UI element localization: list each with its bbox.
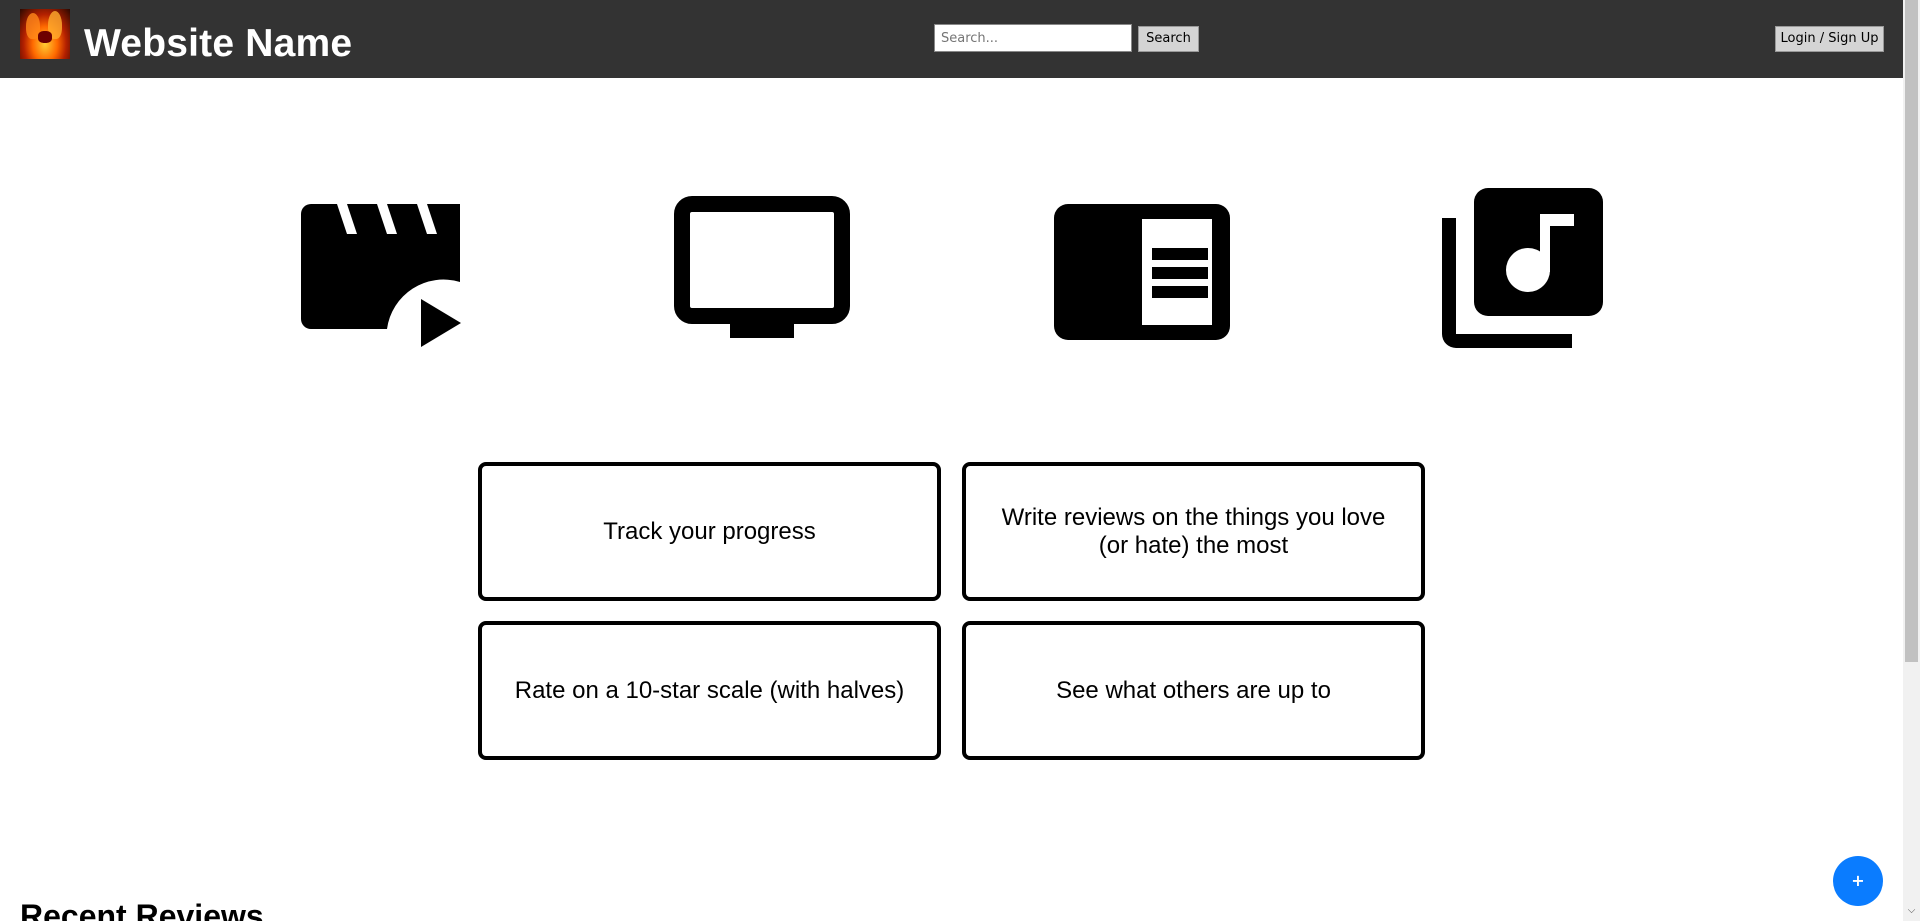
add-fab-button[interactable]: + (1833, 856, 1883, 906)
music-library-icon[interactable] (1442, 188, 1603, 348)
movie-clapper-icon[interactable] (301, 202, 461, 347)
scrollbar-thumb[interactable] (1905, 0, 1918, 662)
recent-reviews-heading: Recent Reviews (20, 898, 264, 921)
flame-logo-icon[interactable] (20, 9, 70, 59)
search-button[interactable]: Search (1138, 26, 1199, 52)
top-navbar: Website Name Search Login / Sign Up (0, 0, 1903, 78)
tv-icon[interactable] (674, 196, 850, 340)
search-input[interactable] (934, 24, 1132, 52)
login-signup-button[interactable]: Login / Sign Up (1775, 26, 1884, 52)
page: Website Name Search Login / Sign Up (0, 0, 1920, 921)
feature-card-rate-scale: Rate on a 10-star scale (with halves) (478, 621, 941, 760)
feature-card-see-others: See what others are up to (962, 621, 1425, 760)
book-icon[interactable] (1054, 204, 1230, 340)
feature-card-write-reviews: Write reviews on the things you love (or… (962, 462, 1425, 601)
scroll-down-arrow-icon[interactable]: ⌵ (1907, 906, 1916, 916)
page-scrollbar[interactable]: ⌵ (1903, 0, 1920, 921)
feature-card-track-progress: Track your progress (478, 462, 941, 601)
site-title[interactable]: Website Name (84, 20, 352, 68)
